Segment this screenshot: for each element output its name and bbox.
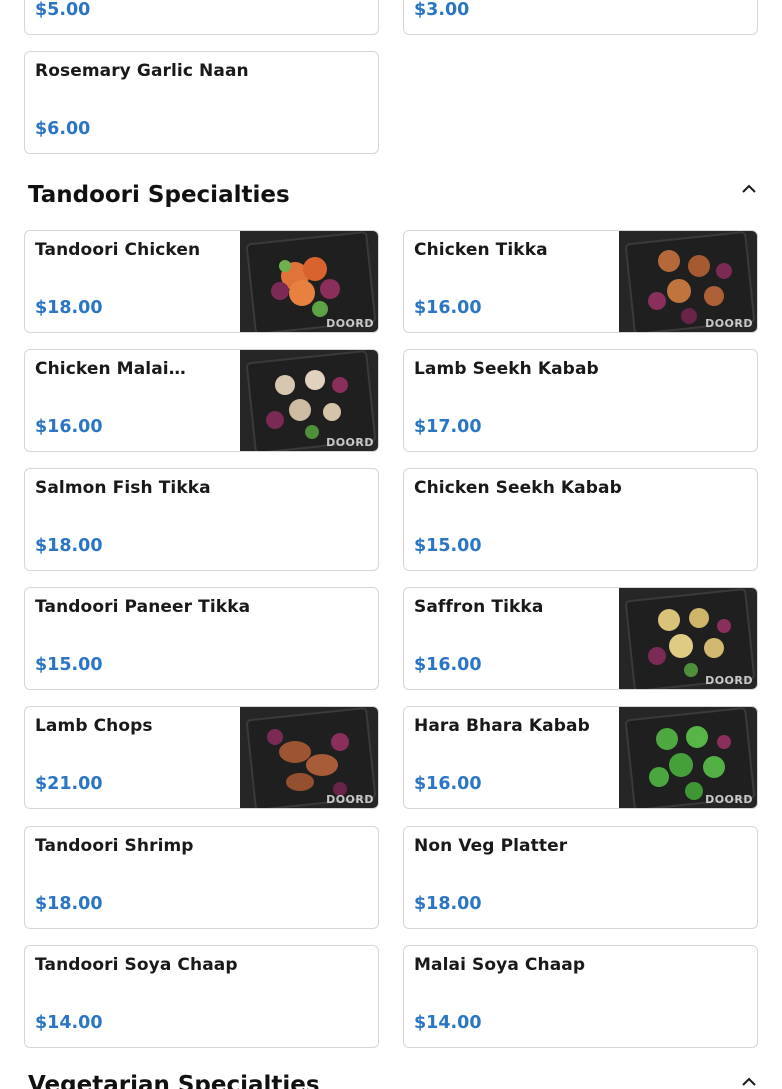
menu-page: $5.00 $3.00 Rosemary Garlic Naan $6.00 T… (0, 0, 782, 1089)
item-image: DOORD (240, 707, 378, 808)
item-price: $17.00 (414, 417, 482, 437)
menu-item-card[interactable]: Tandoori Chicken $18.00 DOORD (24, 230, 379, 333)
item-price: $15.00 (35, 655, 103, 675)
menu-item-card[interactable]: Lamb Chops $21.00 DOORD (24, 706, 379, 809)
item-name: Chicken Malai… (35, 359, 186, 379)
image-watermark: DOORD (705, 793, 753, 806)
menu-item-card[interactable]: Hara Bhara Kabab $16.00 DOORD (403, 706, 758, 809)
chevron-up-icon[interactable] (741, 182, 757, 194)
item-price: $18.00 (414, 894, 482, 914)
image-watermark: DOORD (326, 317, 374, 330)
menu-item-card[interactable]: Chicken Seekh Kabab $15.00 (403, 468, 758, 571)
image-watermark: DOORD (326, 436, 374, 449)
item-name: Hara Bhara Kabab (414, 716, 590, 736)
item-price: $18.00 (35, 298, 103, 318)
menu-item-card[interactable]: $5.00 (24, 0, 379, 35)
item-name: Non Veg Platter (414, 836, 568, 856)
menu-item-card[interactable]: Rosemary Garlic Naan $6.00 (24, 51, 379, 154)
menu-item-card[interactable]: Saffron Tikka $16.00 DOORD (403, 587, 758, 690)
item-image: DOORD (619, 707, 757, 808)
section-title-tandoori: Tandoori Specialties (28, 182, 290, 208)
item-name: Saffron Tikka (414, 597, 544, 617)
item-price: $16.00 (414, 298, 482, 318)
item-price: $14.00 (35, 1013, 103, 1033)
item-name: Rosemary Garlic Naan (35, 61, 249, 81)
item-price: $16.00 (414, 655, 482, 675)
item-price: $15.00 (414, 536, 482, 556)
item-price: $3.00 (414, 0, 470, 20)
item-image: DOORD (619, 588, 757, 689)
menu-item-card[interactable]: Malai Soya Chaap $14.00 (403, 945, 758, 1048)
image-watermark: DOORD (705, 674, 753, 687)
item-name: Tandoori Soya Chaap (35, 955, 238, 975)
item-name: Salmon Fish Tikka (35, 478, 211, 498)
item-price: $16.00 (35, 417, 103, 437)
item-name: Lamb Seekh Kabab (414, 359, 599, 379)
menu-item-card[interactable]: Chicken Malai… $16.00 DOORD (24, 349, 379, 452)
image-watermark: DOORD (705, 317, 753, 330)
item-price: $16.00 (414, 774, 482, 794)
menu-item-card[interactable]: Non Veg Platter $18.00 (403, 826, 758, 929)
item-price: $18.00 (35, 894, 103, 914)
item-name: Chicken Seekh Kabab (414, 478, 622, 498)
chevron-up-icon[interactable] (741, 1075, 757, 1087)
item-name: Tandoori Shrimp (35, 836, 194, 856)
item-image: DOORD (619, 231, 757, 332)
item-name: Lamb Chops (35, 716, 153, 736)
item-name: Malai Soya Chaap (414, 955, 586, 975)
menu-item-card[interactable]: Lamb Seekh Kabab $17.00 (403, 349, 758, 452)
image-watermark: DOORD (326, 793, 374, 806)
item-price: $5.00 (35, 0, 91, 20)
menu-item-card[interactable]: Chicken Tikka $16.00 DOORD (403, 230, 758, 333)
menu-item-card[interactable]: Salmon Fish Tikka $18.00 (24, 468, 379, 571)
item-image: DOORD (240, 350, 378, 451)
item-image: DOORD (240, 231, 378, 332)
item-price: $14.00 (414, 1013, 482, 1033)
item-name: Tandoori Paneer Tikka (35, 597, 251, 617)
menu-item-card[interactable]: Tandoori Shrimp $18.00 (24, 826, 379, 929)
item-name: Chicken Tikka (414, 240, 548, 260)
item-price: $18.00 (35, 536, 103, 556)
item-name: Tandoori Chicken (35, 240, 201, 260)
menu-item-card[interactable]: Tandoori Paneer Tikka $15.00 (24, 587, 379, 690)
menu-item-card[interactable]: Tandoori Soya Chaap $14.00 (24, 945, 379, 1048)
item-price: $6.00 (35, 119, 91, 139)
menu-item-card[interactable]: $3.00 (403, 0, 758, 35)
item-price: $21.00 (35, 774, 103, 794)
section-title-vegetarian: Vegetarian Specialties (28, 1072, 320, 1089)
